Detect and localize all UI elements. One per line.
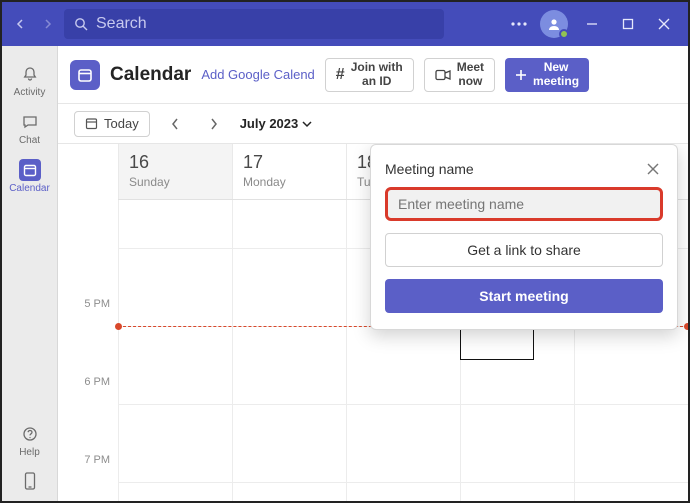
avatar[interactable] (540, 10, 568, 38)
day-header[interactable]: 16Sunday (118, 144, 232, 199)
month-label: July 2023 (240, 116, 299, 131)
new-line1: New (544, 61, 569, 74)
month-picker[interactable]: July 2023 (240, 116, 313, 131)
today-button[interactable]: Today (74, 111, 150, 137)
back-button[interactable] (8, 11, 34, 37)
forward-button[interactable] (34, 11, 60, 37)
get-link-button[interactable]: Get a link to share (385, 233, 663, 267)
video-icon (435, 69, 451, 81)
get-link-label: Get a link to share (467, 242, 581, 258)
content: Calendar Add Google Calend # Join withan… (58, 46, 688, 501)
calendar-small-icon (85, 117, 98, 130)
help-icon (19, 423, 41, 445)
presence-indicator (559, 29, 569, 39)
join-id-line2: an ID (362, 75, 391, 88)
page-title: Calendar (110, 64, 191, 86)
rail-label: Activity (14, 87, 46, 98)
new-line2: meeting (533, 75, 579, 88)
start-meeting-button[interactable]: Start meeting (385, 279, 663, 313)
selection-rect[interactable] (460, 328, 534, 360)
meet-now-button[interactable]: Meetnow (424, 58, 495, 92)
today-label: Today (104, 116, 139, 131)
more-button[interactable] (504, 9, 534, 39)
chat-icon (19, 111, 41, 133)
rail-label: Help (19, 447, 40, 458)
search-icon (74, 17, 88, 31)
hour-label: 5 PM (84, 298, 110, 310)
time-gutter: 5 PM 6 PM 7 PM 8 PM (58, 200, 118, 501)
start-meeting-label: Start meeting (479, 288, 568, 304)
prev-button[interactable] (164, 112, 188, 136)
join-id-line1: Join with (351, 61, 403, 74)
bell-icon (19, 63, 41, 85)
calendar-icon (19, 159, 41, 181)
meet-line1: Meet (457, 61, 484, 74)
rail-calendar[interactable]: Calendar (2, 152, 58, 200)
search-placeholder: Search (96, 15, 147, 33)
titlebar: Search (2, 2, 688, 46)
search-input[interactable]: Search (64, 9, 444, 39)
rail-chat[interactable]: Chat (2, 104, 58, 152)
join-with-id-button[interactable]: # Join withan ID (325, 58, 414, 92)
close-icon[interactable] (643, 159, 663, 179)
calendar-badge-icon (70, 60, 100, 90)
meet-now-popover: Meeting name Get a link to share Start m… (370, 144, 678, 330)
toolbar: Calendar Add Google Calend # Join withan… (58, 46, 688, 104)
day-header[interactable]: 17Monday (232, 144, 346, 199)
rail-label: Calendar (9, 183, 50, 194)
hour-label: 7 PM (84, 454, 110, 466)
rail-device[interactable] (2, 467, 58, 501)
rail-label: Chat (19, 135, 40, 146)
rail-activity[interactable]: Activity (2, 56, 58, 104)
maximize-button[interactable] (610, 6, 646, 42)
meet-line2: now (458, 75, 482, 88)
popover-title: Meeting name (385, 161, 474, 177)
phone-icon (19, 470, 41, 492)
rail-help[interactable]: Help (2, 419, 58, 467)
chevron-down-icon (302, 120, 312, 128)
new-meeting-button[interactable]: Newmeeting (505, 58, 589, 92)
person-icon (547, 17, 561, 31)
left-rail: Activity Chat Calendar Help (2, 46, 58, 501)
subbar: Today July 2023 (58, 104, 688, 144)
hash-icon: # (336, 66, 345, 84)
close-button[interactable] (646, 6, 682, 42)
minimize-button[interactable] (574, 6, 610, 42)
add-google-calendar-link[interactable]: Add Google Calend (201, 67, 314, 82)
hour-label: 6 PM (84, 376, 110, 388)
plus-icon (515, 69, 527, 81)
calendar-grid[interactable]: 16Sunday 17Monday 18Tuesday ay 5 PM 6 PM… (58, 144, 688, 501)
meeting-name-input[interactable] (385, 187, 663, 221)
next-button[interactable] (202, 112, 226, 136)
